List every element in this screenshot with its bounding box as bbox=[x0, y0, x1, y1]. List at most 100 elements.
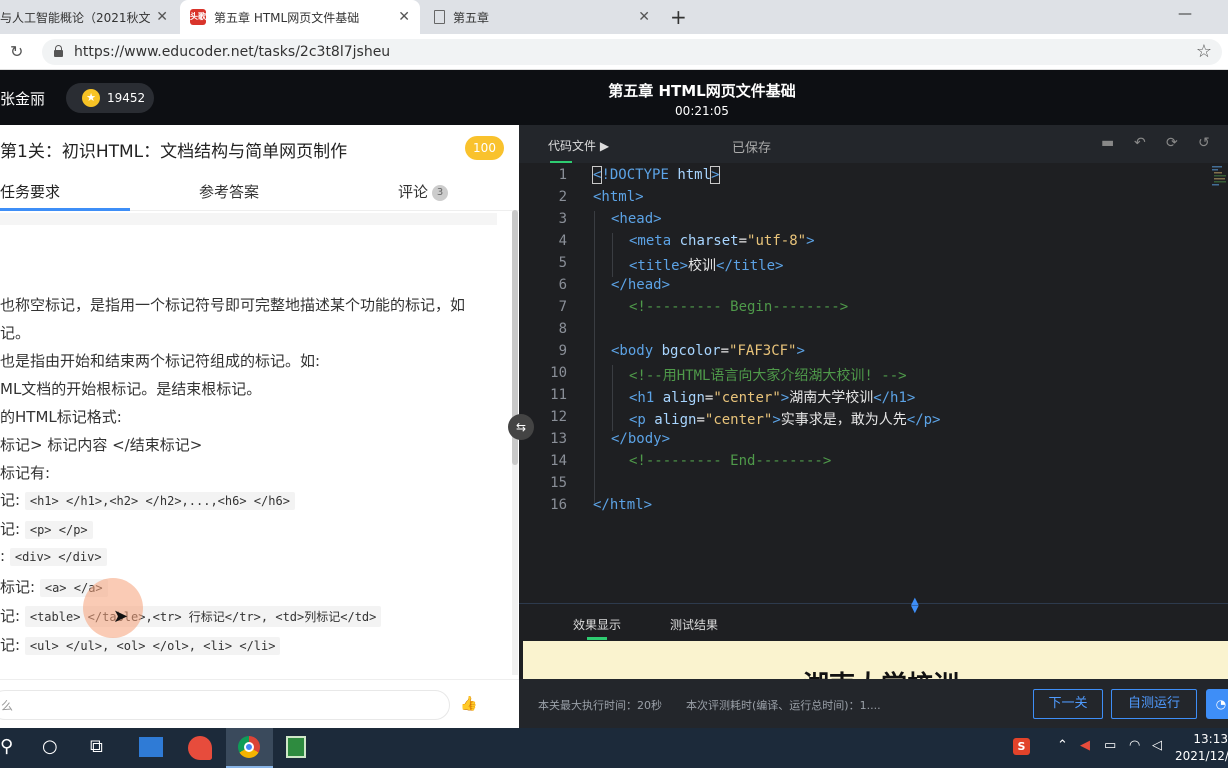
code-line-1[interactable]: <!DOCTYPE html> bbox=[591, 166, 721, 184]
code-row: 记: <ul> </ul>, <ol> </ol>, <li> </li> bbox=[0, 634, 281, 655]
speaker-icon[interactable]: ◁ bbox=[1152, 738, 1162, 753]
app-bird-icon[interactable] bbox=[188, 736, 212, 760]
line-number: 3 bbox=[558, 211, 567, 227]
line-number: 5 bbox=[558, 255, 567, 271]
search-icon[interactable]: ⚲ bbox=[0, 736, 13, 757]
tab-requirements[interactable]: 任务要求 bbox=[0, 181, 60, 202]
code-line-11[interactable]: <h1 align="center">湖南大学校训</h1> bbox=[629, 387, 915, 407]
token: <body bbox=[611, 343, 654, 359]
browser-tab-chapter[interactable]: 第五章 ✕ bbox=[422, 0, 660, 34]
tab-test-results[interactable]: 测试结果 bbox=[670, 616, 718, 633]
submit-evaluate-icon[interactable]: ◔ bbox=[1206, 689, 1228, 719]
close-icon[interactable]: ✕ bbox=[638, 9, 650, 25]
volume-muted-icon[interactable]: ◀ bbox=[1080, 738, 1090, 753]
editor-minimap[interactable] bbox=[1211, 165, 1228, 193]
close-icon[interactable]: ✕ bbox=[156, 9, 168, 25]
wifi-icon[interactable]: ◠ bbox=[1129, 738, 1140, 753]
line-number: 4 bbox=[558, 233, 567, 249]
token: = bbox=[696, 412, 705, 428]
token: <title> bbox=[629, 258, 689, 274]
tab-comments-label: 评论 bbox=[398, 183, 429, 201]
code-line-16[interactable]: </html> bbox=[593, 497, 652, 513]
chevron-up-icon[interactable]: ⌃ bbox=[1057, 738, 1068, 753]
token: <h1 bbox=[629, 390, 655, 406]
token: </title> bbox=[716, 258, 784, 274]
chrome-icon[interactable] bbox=[238, 736, 260, 758]
address-bar: ↻ https://www.educoder.net/tasks/2c3t8l7… bbox=[0, 34, 1228, 70]
tab-answer[interactable]: 参考答案 bbox=[199, 181, 259, 202]
code-row-label: 记: bbox=[0, 491, 21, 509]
code-line-7[interactable]: <!--------- Begin--------> bbox=[629, 299, 848, 315]
code-snippet: <div> </div> bbox=[9, 548, 107, 566]
code-line-3[interactable]: <head> bbox=[611, 211, 662, 227]
token: align bbox=[654, 412, 697, 428]
browser-tab-chapter5[interactable]: 头歌 第五章 HTML网页文件基础 ✕ bbox=[180, 0, 420, 34]
tab-title: 第五章 HTML网页文件基础 bbox=[214, 10, 360, 25]
line-number: 16 bbox=[550, 497, 567, 513]
bookmark-star-icon[interactable]: ☆ bbox=[1196, 41, 1212, 62]
code-line-10[interactable]: <!--用HTML语言向大家介绍湖大校训! --> bbox=[629, 365, 907, 385]
panel-resize-handle-icon[interactable]: ⇆ bbox=[508, 414, 534, 440]
tab-comments[interactable]: 评论 3 bbox=[398, 181, 449, 202]
task-tabs: 任务要求 参考答案 评论 3 bbox=[0, 171, 519, 211]
browser-tab-bar: 与人工智能概论（2021秋文 ✕ 头歌 第五章 HTML网页文件基础 ✕ 第五章… bbox=[0, 0, 1228, 34]
thumbs-up-icon[interactable]: 👍 bbox=[460, 696, 477, 712]
minimize-icon[interactable]: — bbox=[1178, 6, 1192, 22]
spreadsheet-icon[interactable] bbox=[286, 736, 306, 758]
code-snippet: <table> </table>,<tr> 行标记</tr>, <td>列标记<… bbox=[24, 606, 382, 627]
code-line-13[interactable]: </body> bbox=[611, 431, 670, 447]
code-snippet: <h1> </h1>,<h2> </h2>,...,<h6> </h6> bbox=[24, 492, 295, 510]
token: = bbox=[720, 343, 730, 359]
save-status: 已保存 bbox=[732, 141, 772, 156]
token: > bbox=[796, 343, 805, 359]
reload-icon[interactable]: ↻ bbox=[10, 42, 23, 61]
line-number: 14 bbox=[550, 453, 567, 469]
token: <p bbox=[629, 412, 646, 428]
code-line-9[interactable]: <body bgcolor="FAF3CF"> bbox=[611, 343, 805, 359]
url-field[interactable]: https://www.educoder.net/tasks/2c3t8l7js… bbox=[42, 39, 1222, 65]
self-test-run-button[interactable]: 自测运行 bbox=[1111, 689, 1197, 719]
content-divider bbox=[0, 213, 497, 225]
code-line-4[interactable]: <meta charset="utf-8"> bbox=[629, 233, 815, 249]
code-line-6[interactable]: </head> bbox=[611, 277, 670, 293]
token: 实事求是，敢为人先 bbox=[780, 412, 907, 428]
folder-icon[interactable]: ▬ bbox=[1101, 135, 1114, 151]
close-icon[interactable]: ✕ bbox=[398, 9, 410, 25]
new-tab-icon[interactable]: + bbox=[670, 5, 687, 29]
content-line: 标记> 标记内容 </结束标记> bbox=[0, 436, 203, 454]
active-tab-underline bbox=[0, 208, 130, 211]
result-resize-handle-icon[interactable]: ▲ ▼ bbox=[911, 597, 919, 615]
task-view-icon[interactable]: ⧉ bbox=[90, 736, 103, 757]
content-line: 也是指由开始和结束两个标记符组成的标记。如: bbox=[0, 352, 321, 370]
browser-tab-course[interactable]: 与人工智能概论（2021秋文 ✕ bbox=[0, 0, 178, 34]
history-icon[interactable]: ↺ bbox=[1198, 135, 1210, 151]
page-title: 第五章 HTML网页文件基础 bbox=[608, 82, 796, 100]
code-editor: 代码文件 ▶ 已保存 ▬ ↶ ⟳ ↺ 1 2 3 4 5 6 7 8 9 10 … bbox=[519, 125, 1228, 603]
content-scrollbar[interactable] bbox=[512, 210, 518, 675]
content-line: 标记有: bbox=[0, 464, 51, 482]
code-snippet: <p> </p> bbox=[24, 521, 93, 539]
sogou-input-icon[interactable]: S bbox=[1013, 738, 1030, 755]
system-clock[interactable]: 13:13 2021/12/ bbox=[1175, 731, 1228, 765]
next-level-button[interactable]: 下一关 bbox=[1033, 689, 1103, 719]
undo-icon[interactable]: ↶ bbox=[1134, 135, 1146, 151]
file-tab[interactable]: 代码文件 ▶ bbox=[548, 137, 609, 154]
code-row-label: 标记: bbox=[0, 578, 36, 596]
mouse-cursor-icon: ➤ bbox=[113, 606, 129, 627]
line-number: 6 bbox=[558, 277, 567, 293]
code-line-14[interactable]: <!--------- End--------> bbox=[629, 453, 831, 469]
code-line-2[interactable]: <html> bbox=[593, 189, 644, 205]
cortana-icon[interactable]: ○ bbox=[42, 736, 58, 757]
token: align bbox=[662, 390, 705, 406]
battery-icon[interactable]: ▭ bbox=[1104, 738, 1116, 753]
comment-input[interactable]: 么 bbox=[0, 690, 450, 720]
code-line-12[interactable]: <p align="center">实事求是，敢为人先</p> bbox=[629, 409, 940, 429]
coin-balance[interactable]: ★ 19452 bbox=[66, 83, 154, 113]
task-content: 也称空标记，是指用一个标记符号即可完整地描述某个功能的标记，如 记。 也是指由开… bbox=[0, 225, 510, 675]
token: html bbox=[677, 167, 712, 183]
tab-preview[interactable]: 效果显示 bbox=[573, 616, 621, 633]
token: "FAF3CF" bbox=[729, 343, 797, 359]
mail-icon[interactable] bbox=[139, 737, 163, 757]
refresh-icon[interactable]: ⟳ bbox=[1166, 135, 1178, 151]
code-line-5[interactable]: <title>校训</title> bbox=[629, 255, 783, 275]
